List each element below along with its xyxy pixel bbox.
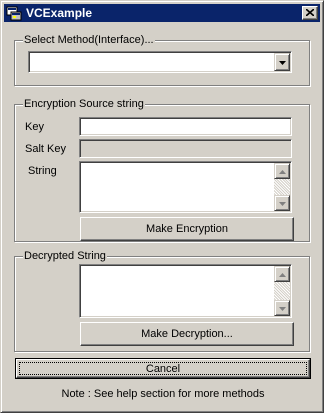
method-group-label: Select Method(Interface)...: [23, 34, 155, 46]
string-label: String: [28, 165, 57, 177]
close-button[interactable]: [302, 6, 318, 20]
method-dropdown-button[interactable]: [274, 53, 290, 71]
arrow-down-icon: [278, 302, 286, 314]
arrow-down-icon: [278, 197, 286, 209]
cancel-button[interactable]: Cancel: [15, 358, 311, 379]
scroll-up-button[interactable]: [274, 163, 290, 179]
decrypted-string-scrollbar[interactable]: [274, 266, 290, 316]
arrow-up-icon: [278, 268, 286, 280]
make-encryption-button[interactable]: Make Encryption: [80, 217, 294, 241]
salt-key-label: Salt Key: [25, 143, 66, 155]
salt-key-input[interactable]: [79, 139, 292, 158]
chevron-down-icon: [278, 56, 286, 68]
scroll-up-button[interactable]: [274, 266, 290, 282]
key-input[interactable]: [79, 117, 292, 136]
arrow-up-icon: [278, 165, 286, 177]
source-string-scrollbar[interactable]: [274, 163, 290, 211]
scroll-down-button[interactable]: [274, 195, 290, 211]
make-decryption-label: Make Decryption...: [141, 328, 233, 340]
title-bar[interactable]: VCExample: [4, 4, 320, 22]
source-string-textarea[interactable]: [79, 161, 292, 213]
make-encryption-label: Make Encryption: [146, 223, 228, 235]
make-decryption-button[interactable]: Make Decryption...: [80, 322, 294, 346]
key-label: Key: [25, 121, 44, 133]
method-select[interactable]: [28, 51, 292, 73]
close-icon: [305, 7, 315, 19]
scroll-down-button[interactable]: [274, 300, 290, 316]
help-note: Note : See help section for more methods: [61, 388, 265, 400]
encryption-group-label: Encryption Source string: [23, 98, 145, 110]
dialog-window: VCExample Select Method(Interface)... En…: [0, 0, 324, 413]
app-icon: [6, 5, 22, 21]
decrypted-string-textarea[interactable]: [79, 264, 292, 318]
cancel-label: Cancel: [145, 362, 181, 375]
decryption-group-label: Decrypted String: [23, 250, 107, 262]
window-title: VCExample: [26, 6, 93, 20]
